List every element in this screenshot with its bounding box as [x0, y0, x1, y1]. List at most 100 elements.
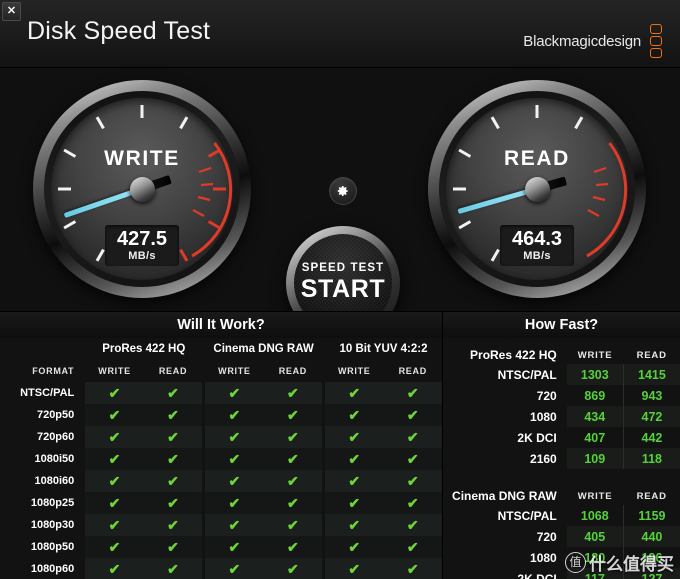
gauge-dial: READ 464.3 MB/s — [446, 98, 628, 280]
will-it-work-head: ProRes 422 HQ Cinema DNG RAW 10 Bit YUV … — [0, 338, 442, 382]
compat-cell: ✔ — [383, 536, 442, 558]
dng-read-header: READ — [278, 366, 308, 376]
check-icon: ✔ — [228, 516, 241, 533]
yuv-read-header: READ — [398, 366, 427, 376]
table-row: NTSC/PAL 1303 1415 — [443, 364, 680, 385]
write-speed-value: 117 — [566, 568, 624, 579]
format-label: 1080p30 — [30, 519, 75, 531]
compat-cell: ✔ — [143, 426, 203, 448]
format-label: 720p60 — [36, 431, 75, 443]
table-row: 2K DCI 407 442 — [443, 427, 680, 448]
check-icon: ✔ — [167, 494, 179, 511]
resolution-label: 2K DCI — [517, 571, 557, 579]
check-icon: ✔ — [228, 450, 241, 467]
section-name: ProRes 422 HQ — [470, 348, 557, 362]
check-icon: ✔ — [348, 494, 361, 511]
results-area: Will It Work? ProRes 422 HQ Cinema DNG R… — [0, 311, 680, 579]
check-icon: ✔ — [228, 538, 241, 555]
format-label: 1080i60 — [34, 475, 75, 487]
start-button-label: START — [300, 275, 386, 303]
compat-cell: ✔ — [143, 514, 203, 536]
compat-cell: ✔ — [324, 492, 384, 514]
compat-cell: ✔ — [143, 404, 203, 426]
read-speed-value: 943 — [641, 388, 663, 403]
compat-cell: ✔ — [85, 558, 144, 579]
compat-cell: ✔ — [85, 470, 144, 492]
format-label: 720p50 — [36, 409, 75, 421]
check-icon: ✔ — [167, 516, 179, 533]
check-icon: ✔ — [348, 406, 361, 423]
table-row: 1080p25 ✔ ✔ ✔ ✔ ✔ ✔ — [0, 492, 442, 514]
check-icon: ✔ — [108, 450, 121, 467]
check-icon: ✔ — [286, 450, 299, 467]
write-speed-value: 405 — [566, 526, 624, 547]
compat-cell: ✔ — [324, 558, 384, 579]
group-header-row: ProRes 422 HQ Cinema DNG RAW 10 Bit YUV … — [0, 338, 442, 360]
compat-cell: ✔ — [324, 426, 384, 448]
compat-cell: ✔ — [263, 558, 323, 579]
write-speed-value: 1068 — [566, 505, 624, 526]
table-row: 1080i50 ✔ ✔ ✔ ✔ ✔ ✔ — [0, 448, 442, 470]
resolution-label: 1080 — [530, 409, 557, 424]
compat-cell: ✔ — [383, 514, 442, 536]
compat-cell: ✔ — [85, 492, 144, 514]
format-label: 1080i50 — [34, 453, 75, 465]
will-it-work-title: Will It Work? — [0, 312, 442, 338]
resolution-label: 720 — [536, 388, 557, 403]
compat-cell: ✔ — [324, 470, 384, 492]
check-icon: ✔ — [348, 428, 361, 445]
write-value: 427.5 — [116, 228, 168, 250]
compat-cell: ✔ — [324, 514, 384, 536]
write-col-header: WRITE — [577, 491, 613, 502]
format-label: 1080p25 — [30, 497, 75, 509]
close-button[interactable]: ✕ — [2, 2, 21, 21]
compat-cell: ✔ — [143, 448, 203, 470]
check-icon: ✔ — [286, 516, 299, 533]
table-row: 720p50 ✔ ✔ ✔ ✔ ✔ ✔ — [0, 404, 442, 426]
group-dng: Cinema DNG RAW — [213, 342, 314, 355]
compat-cell: ✔ — [383, 382, 442, 404]
check-icon: ✔ — [286, 494, 299, 511]
write-unit: MB/s — [128, 250, 156, 262]
check-icon: ✔ — [108, 384, 121, 401]
compat-cell: ✔ — [263, 536, 323, 558]
group-prores: ProRes 422 HQ — [102, 342, 186, 355]
check-icon: ✔ — [228, 472, 241, 489]
check-icon: ✔ — [286, 428, 299, 445]
compat-cell: ✔ — [85, 448, 144, 470]
check-icon: ✔ — [348, 384, 361, 401]
check-icon: ✔ — [228, 560, 241, 577]
compat-cell: ✔ — [383, 492, 442, 514]
how-fast-title: How Fast? — [443, 312, 680, 338]
write-speed-value: 407 — [566, 427, 624, 448]
settings-button[interactable] — [330, 178, 356, 204]
check-icon: ✔ — [406, 428, 419, 445]
read-speed-value: 1159 — [638, 508, 666, 523]
read-speed-value: 442 — [641, 430, 663, 445]
check-icon: ✔ — [406, 560, 419, 577]
write-readout: 427.5 MB/s — [105, 225, 179, 266]
compat-cell: ✔ — [205, 558, 264, 579]
compat-cell: ✔ — [383, 470, 442, 492]
compat-cell: ✔ — [85, 382, 144, 404]
compat-cell: ✔ — [205, 448, 264, 470]
table-row: 1080i60 ✔ ✔ ✔ ✔ ✔ ✔ — [0, 470, 442, 492]
section-name: Cinema DNG RAW — [452, 489, 557, 503]
compat-cell: ✔ — [383, 404, 442, 426]
read-col-header: READ — [636, 350, 667, 361]
compat-cell: ✔ — [143, 492, 203, 514]
write-speed-value: 869 — [566, 385, 624, 406]
sub-header-row: FORMAT WRITE READ WRITE READ WRITE READ — [0, 360, 442, 382]
read-value: 464.3 — [511, 228, 563, 250]
will-it-work-table: ProRes 422 HQ Cinema DNG RAW 10 Bit YUV … — [0, 338, 442, 579]
check-icon: ✔ — [108, 406, 121, 423]
check-icon: ✔ — [108, 428, 121, 445]
write-speed-value: 109 — [566, 448, 624, 469]
table-row: 1080p60 ✔ ✔ ✔ ✔ ✔ ✔ — [0, 558, 442, 579]
table-row: 1080p50 ✔ ✔ ✔ ✔ ✔ ✔ — [0, 536, 442, 558]
start-button-sublabel: SPEED TEST — [301, 262, 385, 274]
compat-cell: ✔ — [85, 426, 144, 448]
prores-read-header: READ — [158, 366, 188, 376]
blackmagic-mark-icon — [650, 24, 662, 58]
compat-cell: ✔ — [143, 470, 203, 492]
